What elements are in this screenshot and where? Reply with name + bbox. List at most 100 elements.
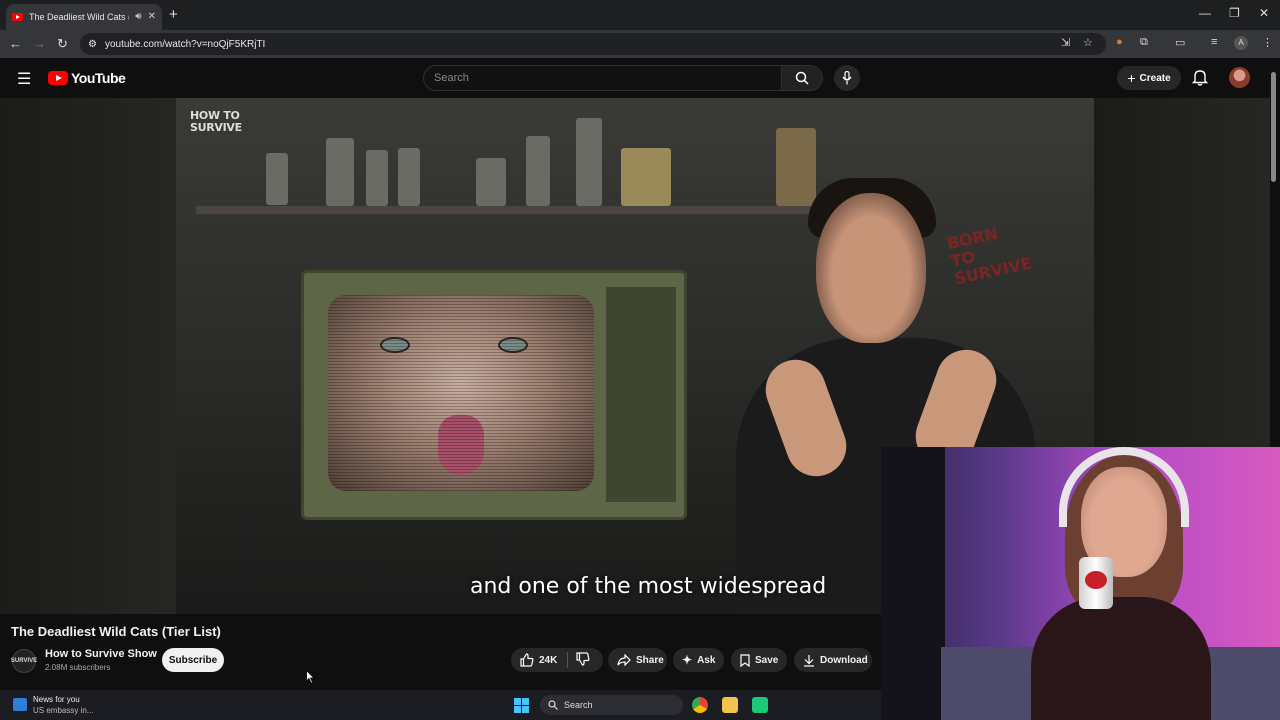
youtube-favicon	[12, 13, 23, 21]
mouse-cursor-icon	[306, 670, 315, 684]
news-widget-title[interactable]: News for you	[33, 695, 80, 704]
youtube-header: ☰ YouTube Search + Create	[0, 58, 1280, 98]
file-explorer-icon[interactable]	[722, 697, 738, 713]
like-count: 24K	[539, 654, 558, 666]
save-label: Save	[755, 654, 779, 666]
window-close-icon[interactable]: ✕	[1259, 6, 1269, 20]
ask-label: Ask	[697, 654, 716, 666]
cougar-eye	[498, 337, 528, 353]
retro-television	[301, 270, 687, 520]
browser-tab[interactable]: The Deadliest Wild Cats (Tier 🔊︎ ✕	[6, 4, 162, 30]
voice-search-button[interactable]	[834, 65, 860, 91]
speaker-icon[interactable]: 🔊︎	[135, 12, 141, 22]
thumbs-down-icon	[576, 651, 590, 666]
streamer-body	[1031, 597, 1211, 720]
like-divider	[567, 652, 568, 668]
shelf-jar	[398, 148, 420, 206]
drink-can	[1079, 557, 1113, 609]
youtube-logo[interactable]: YouTube	[48, 70, 126, 86]
shelf-box	[621, 148, 671, 206]
subscriber-count: 2.08M subscribers	[45, 663, 111, 672]
share-button[interactable]: Share	[608, 648, 667, 672]
sidebar-icon[interactable]: ▭	[1175, 36, 1185, 49]
subscribe-button[interactable]: Subscribe	[162, 648, 224, 672]
news-widget-icon[interactable]	[13, 698, 27, 711]
like-button[interactable]: 24K	[520, 653, 557, 667]
pillarbox-left	[0, 98, 176, 614]
thumbs-up-icon	[520, 653, 534, 667]
share-label: Share	[636, 654, 664, 666]
tv-screen	[328, 295, 594, 491]
channel-name[interactable]: How to Survive Show	[45, 648, 157, 660]
ask-button[interactable]: ✦ Ask	[673, 648, 724, 672]
download-label: Download	[820, 654, 868, 666]
logo-text: YouTube	[71, 70, 126, 86]
back-icon[interactable]: ←	[9, 36, 22, 51]
maximize-icon[interactable]: ❐	[1229, 6, 1240, 20]
puzzle-icon[interactable]: ⧉	[1140, 36, 1148, 49]
shelf-jar	[526, 136, 550, 206]
bell-icon[interactable]	[1192, 68, 1208, 86]
create-label: Create	[1139, 72, 1171, 84]
address-bar[interactable]: ⚙ youtube.com/watch?v=noQjF5KRjTI	[80, 33, 1106, 55]
close-icon[interactable]: ✕	[148, 12, 156, 22]
taskbar-search[interactable]: Search	[540, 695, 683, 715]
account-avatar[interactable]	[1229, 67, 1250, 88]
shelf-jar	[366, 150, 388, 206]
new-tab-button[interactable]: +	[169, 6, 178, 23]
youtube-play-logo	[48, 71, 68, 85]
bookmark-star-icon[interactable]: ☆	[1083, 36, 1093, 49]
forward-icon[interactable]: →	[33, 36, 46, 51]
install-icon[interactable]: ⇲	[1061, 36, 1070, 49]
webcam-dark-area	[881, 447, 945, 720]
cougar-eye	[380, 337, 410, 353]
chrome-icon[interactable]	[692, 697, 708, 713]
tab-title: The Deadliest Wild Cats (Tier	[29, 12, 129, 22]
minimize-icon[interactable]: —	[1199, 6, 1211, 20]
share-icon	[617, 654, 631, 666]
kebab-menu-icon[interactable]: ⋮	[1262, 36, 1273, 49]
presenter-head	[816, 193, 926, 343]
search-input[interactable]: Search	[423, 65, 782, 91]
video-title: The Deadliest Wild Cats (Tier List)	[11, 624, 221, 639]
reload-icon[interactable]: ↻	[57, 36, 68, 52]
channel-avatar[interactable]: SURVIVE	[11, 649, 37, 673]
extension-icon[interactable]: ●	[1116, 36, 1123, 48]
shelf-jar	[266, 153, 288, 205]
save-button[interactable]: Save	[731, 648, 787, 672]
like-dislike-group: 24K	[511, 648, 603, 672]
site-info-icon[interactable]: ⚙	[88, 39, 97, 50]
profile-avatar[interactable]: A	[1234, 36, 1248, 50]
scrollbar-thumb[interactable]	[1271, 72, 1276, 182]
create-button[interactable]: + Create	[1117, 66, 1181, 90]
mic-icon	[842, 71, 852, 85]
shelf-jar	[576, 118, 602, 206]
download-icon	[804, 654, 814, 667]
search-button[interactable]	[781, 65, 823, 91]
dislike-button[interactable]	[576, 651, 590, 669]
search-icon	[548, 700, 558, 710]
url-text: youtube.com/watch?v=noQjF5KRjTI	[104, 38, 266, 50]
bookmark-icon	[740, 653, 750, 667]
browser-tab-strip: The Deadliest Wild Cats (Tier 🔊︎ ✕ + — ❐…	[0, 0, 1280, 30]
cougar-tongue	[438, 415, 484, 475]
shelf-jar	[326, 138, 354, 206]
channel-watermark: HOW TO SURVIVE	[190, 109, 242, 134]
video-caption: and one of the most widespread	[470, 574, 827, 599]
search-icon	[795, 71, 809, 85]
browser-toolbar: ← → ↻ ⚙ youtube.com/watch?v=noQjF5KRjTI …	[0, 30, 1280, 58]
download-button[interactable]: Download	[794, 648, 872, 672]
taskbar-app-icon[interactable]	[752, 697, 768, 713]
streamer-headset	[1059, 447, 1189, 527]
shelf-jar	[476, 158, 506, 206]
news-widget-headline[interactable]: US embassy in...	[33, 706, 93, 715]
sparkle-icon: ✦	[682, 653, 693, 667]
taskbar-search-label: Search	[564, 700, 593, 710]
webcam-overlay	[881, 447, 1280, 720]
media-icon[interactable]: ≡	[1211, 36, 1217, 48]
windows-taskbar: News for you US embassy in... Search	[0, 690, 881, 720]
plus-icon: +	[1127, 70, 1136, 86]
hamburger-icon[interactable]: ☰	[17, 69, 31, 89]
tv-control-panel	[606, 287, 676, 502]
windows-start-icon[interactable]	[514, 698, 529, 713]
